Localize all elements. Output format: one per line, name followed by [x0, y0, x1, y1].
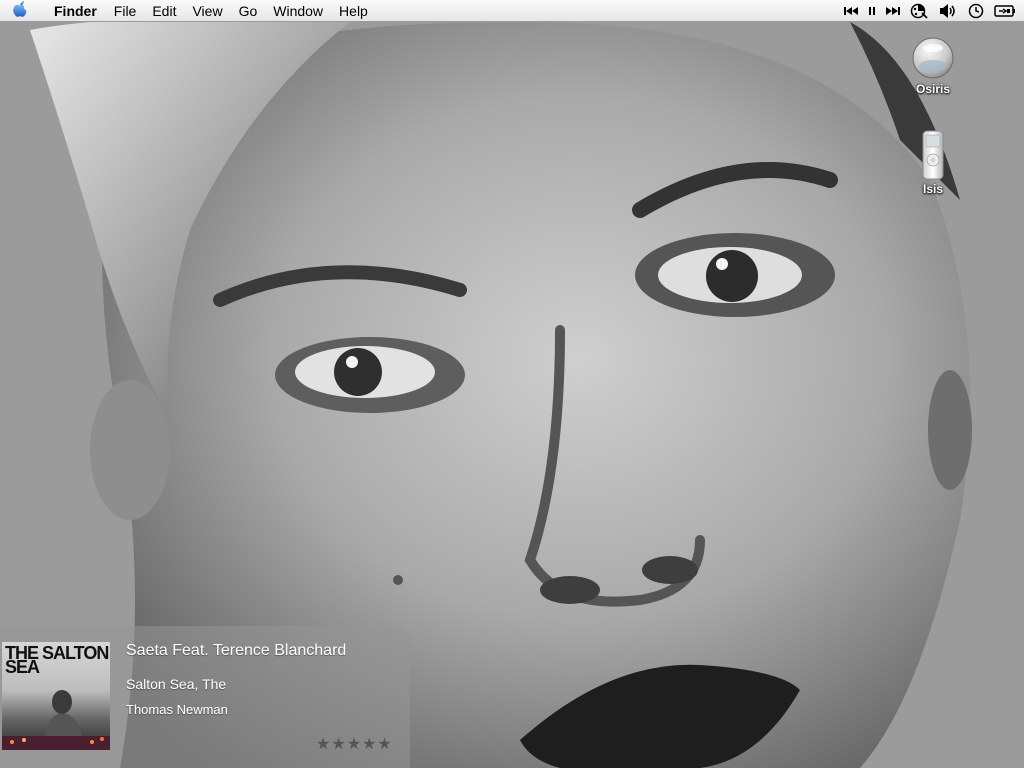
desktop-icon-osiris[interactable]: Osiris [893, 36, 973, 96]
desktop-icon-isis[interactable]: Isis [893, 130, 973, 196]
hard-disk-icon [911, 36, 955, 80]
menu-bar-left: Finder File Edit View Go Window Help [0, 0, 376, 22]
volume-icon[interactable] [938, 0, 958, 22]
clock-icon[interactable] [968, 0, 984, 22]
menu-edit[interactable]: Edit [144, 0, 184, 22]
now-playing-artist: Thomas Newman [126, 702, 228, 717]
menu-bar: Finder File Edit View Go Window Help [0, 0, 1024, 22]
menu-file[interactable]: File [106, 0, 145, 22]
battery-icon[interactable] [994, 0, 1016, 22]
now-playing-album: Salton Sea, The [126, 676, 227, 692]
rating-stars[interactable]: ★★★★★ [316, 734, 393, 754]
menu-extras [844, 0, 1016, 22]
menu-finder[interactable]: Finder [40, 0, 106, 22]
apple-icon [12, 0, 28, 21]
desktop-icon-label: Isis [922, 182, 943, 196]
ipod-icon [921, 130, 945, 180]
pause-icon[interactable] [868, 0, 876, 22]
apple-menu[interactable] [0, 0, 40, 22]
display-icon[interactable] [910, 0, 928, 22]
menu-window[interactable]: Window [265, 0, 331, 22]
menu-help[interactable]: Help [331, 0, 376, 22]
next-track-icon[interactable] [886, 0, 900, 22]
menu-view[interactable]: View [184, 0, 230, 22]
menu-go[interactable]: Go [231, 0, 266, 22]
previous-track-icon[interactable] [844, 0, 858, 22]
desktop: Finder File Edit View Go Window Help Osi… [0, 0, 1024, 768]
now-playing-track: Saeta Feat. Terence Blanchard [126, 642, 347, 659]
album-art-title: THE SALTON SEA [5, 643, 109, 677]
desktop-icon-label: Osiris [915, 82, 951, 96]
now-playing-panel: THE SALTON SEA Saeta Feat. Terence Blanc… [0, 626, 410, 768]
album-art: THE SALTON SEA [2, 642, 110, 750]
